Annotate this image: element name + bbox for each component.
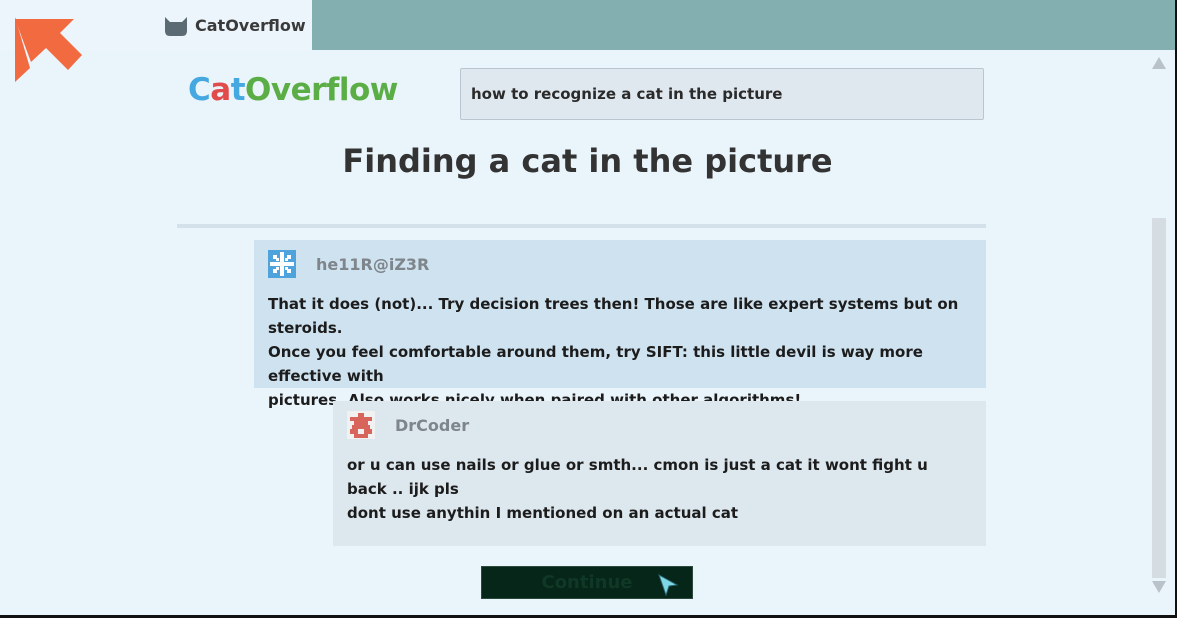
tab-bar: CatOverflow	[0, 0, 1175, 50]
answer-post: he11R@iZ3R That it does (not)... Try dec…	[254, 240, 986, 409]
scroll-down-icon[interactable]	[1151, 580, 1167, 594]
post-body: or u can use nails or glue or smth... cm…	[347, 456, 928, 522]
cursor-icon	[658, 573, 679, 597]
post-header: he11R@iZ3R	[268, 250, 972, 278]
logo-overflow: Overflow	[245, 72, 398, 108]
username[interactable]: he11R@iZ3R	[316, 255, 429, 274]
snowflake-avatar	[268, 250, 296, 278]
tab-catoverflow[interactable]: CatOverflow	[157, 0, 312, 50]
tab-strip	[312, 0, 1175, 50]
browser-window: CatOverflow CatOverflow how to recognize…	[0, 0, 1175, 615]
post-body: That it does (not)... Try decision trees…	[268, 295, 959, 409]
scrollbar-thumb[interactable]	[1152, 218, 1166, 578]
pixel-avatar	[347, 411, 375, 439]
search-value: how to recognize a cat in the picture	[471, 85, 783, 103]
search-input[interactable]: how to recognize a cat in the picture	[460, 68, 984, 120]
scroll-up-icon[interactable]	[1151, 56, 1167, 70]
reply-post: DrCoder or u can use nails or glue or sm…	[333, 401, 986, 546]
back-arrow-icon[interactable]	[10, 12, 90, 92]
tab-label: CatOverflow	[195, 15, 306, 35]
cat-icon	[165, 17, 187, 36]
username[interactable]: DrCoder	[395, 416, 469, 435]
divider	[177, 224, 986, 228]
post-header: DrCoder	[347, 411, 972, 439]
page-title: Finding a cat in the picture	[342, 142, 833, 180]
catoverflow-logo[interactable]: CatOverflow	[188, 72, 398, 108]
